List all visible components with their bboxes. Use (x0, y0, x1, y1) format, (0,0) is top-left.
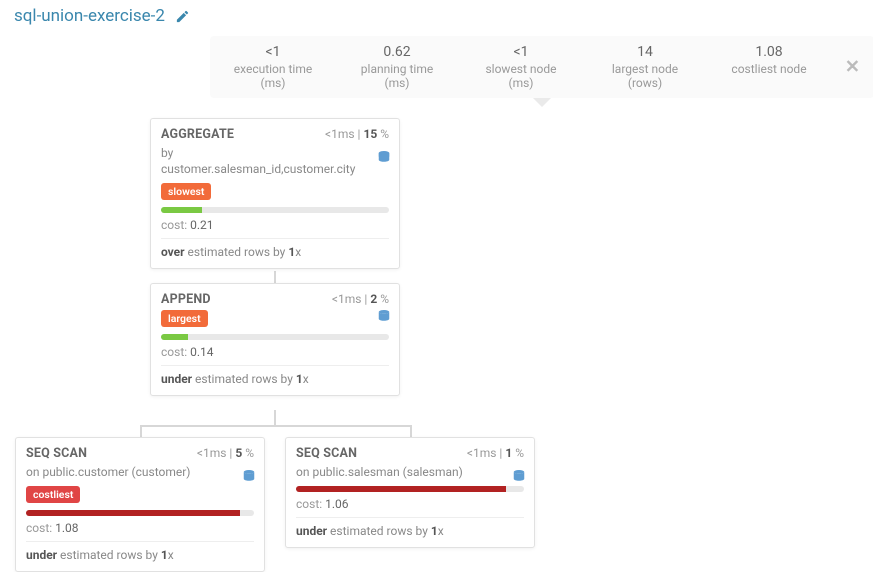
connector (140, 425, 142, 437)
node-metrics: <1ms | 15 % (325, 127, 389, 141)
estimate-row: under estimated rows by 1x (26, 548, 254, 562)
node-subtitle: on public.customer (customer) (26, 464, 254, 480)
estimate-row: under estimated rows by 1x (296, 524, 524, 538)
cost-row: cost: 0.14 (161, 345, 389, 366)
stat-execution-time: <1 execution time (ms) (228, 44, 318, 90)
edit-icon[interactable] (175, 9, 190, 24)
close-icon[interactable]: ✕ (845, 57, 860, 78)
page-title: sql-union-exercise-2 (14, 6, 165, 26)
plan-tree: AGGREGATE <1ms | 15 % by customer.salesm… (0, 98, 873, 538)
progress-bar (296, 486, 524, 492)
connector (274, 271, 276, 283)
node-title: SEQ SCAN (26, 446, 87, 461)
node-title: SEQ SCAN (296, 446, 357, 461)
badge-largest: largest (161, 310, 208, 327)
database-icon[interactable] (377, 308, 391, 328)
database-icon[interactable] (377, 149, 391, 169)
progress-bar (161, 334, 389, 340)
node-aggregate[interactable]: AGGREGATE <1ms | 15 % by customer.salesm… (150, 118, 400, 269)
stat-costliest-node: 1.08 costliest node (724, 44, 814, 90)
estimate-row: over estimated rows by 1x (161, 245, 389, 259)
node-title: APPEND (161, 292, 211, 307)
connector (410, 425, 412, 437)
node-subtitle: by customer.salesman_id,customer.city (161, 145, 389, 177)
connector (274, 410, 276, 425)
connector (140, 425, 410, 427)
node-append[interactable]: APPEND <1ms | 2 % largest cost: 0.14 und… (150, 283, 400, 396)
node-seqscan-customer[interactable]: SEQ SCAN <1ms | 5 % on public.customer (… (15, 437, 265, 572)
node-subtitle: on public.salesman (salesman) (296, 464, 524, 480)
node-metrics: <1ms | 2 % (332, 292, 389, 306)
cost-row: cost: 0.21 (161, 218, 389, 239)
node-metrics: <1ms | 5 % (197, 446, 254, 460)
cost-row: cost: 1.06 (296, 497, 524, 518)
estimate-row: under estimated rows by 1x (161, 372, 389, 386)
badge-costliest: costliest (26, 486, 80, 503)
cost-row: cost: 1.08 (26, 521, 254, 542)
badge-slowest: slowest (161, 183, 211, 200)
stat-largest-node: 14 largest node (rows) (600, 44, 690, 90)
database-icon[interactable] (512, 468, 526, 488)
node-title: AGGREGATE (161, 127, 234, 142)
progress-bar (26, 510, 254, 516)
database-icon[interactable] (242, 468, 256, 488)
node-metrics: <1ms | 1 % (467, 446, 524, 460)
stat-slowest-node: <1 slowest node (ms) (476, 44, 566, 90)
stat-planning-time: 0.62 planning time (ms) (352, 44, 442, 90)
stats-bar: <1 execution time (ms) 0.62 planning tim… (210, 36, 873, 98)
node-seqscan-salesman[interactable]: SEQ SCAN <1ms | 1 % on public.salesman (… (285, 437, 535, 548)
progress-bar (161, 207, 389, 213)
